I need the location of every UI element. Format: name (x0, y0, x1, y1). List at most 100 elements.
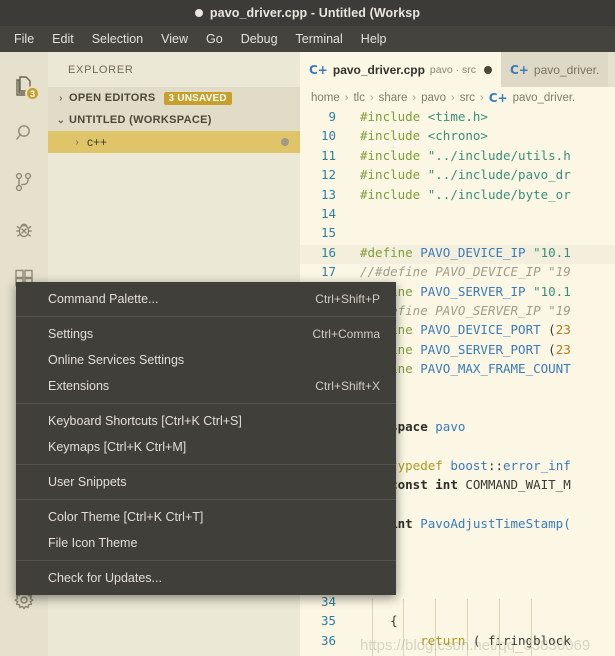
menu-item-shortcut: Ctrl+Shift+X (315, 379, 380, 393)
code-line: 14 (300, 206, 615, 225)
menu-item-color-theme-ctrl-k-ctrl-t[interactable]: Color Theme [Ctrl+K Ctrl+T] (16, 504, 396, 530)
code-token: 23 (555, 322, 571, 338)
line-number: 35 (320, 613, 336, 629)
chevron-right-icon: › (59, 92, 63, 104)
activity-source-control-icon[interactable] (0, 158, 48, 206)
chevron-right-icon: › (344, 92, 349, 104)
activity-debug-icon[interactable] (0, 206, 48, 254)
tree-item-label: c++ (87, 135, 108, 149)
breadcrumb-home[interactable]: home (311, 92, 340, 104)
code-token: <chrono> (427, 128, 488, 144)
menu-item-command-palette[interactable]: Command Palette... Ctrl+Shift+P (16, 286, 396, 312)
cpp-file-icon: C+ (510, 62, 529, 77)
code-token: PAVO_MAX_FRAME_COUNT (420, 361, 571, 377)
tab-pavo-driver-cpp[interactable]: C+ pavo_driver.cpp pavo · src (300, 52, 502, 87)
menu-item-user-snippets[interactable]: User Snippets (16, 469, 396, 495)
breadcrumb-pavo[interactable]: pavo (421, 92, 446, 104)
chevron-right-icon: › (451, 92, 455, 104)
code-token: "../include/pavo_dr (427, 167, 571, 183)
line-number: 10 (320, 128, 336, 144)
menu-terminal[interactable]: Terminal (288, 29, 351, 49)
code-token: const int (390, 477, 458, 493)
code-text: return ( firingblock (349, 633, 571, 652)
breadcrumb-file[interactable]: pavo_driver. (513, 92, 576, 104)
code-token: ( firingblock (465, 632, 571, 648)
code-text: #include "../include/pavo_dr (349, 167, 571, 186)
tab-dirty-dot-icon[interactable] (484, 65, 493, 74)
code-token: "10.1 (533, 244, 571, 260)
section-open-editors[interactable]: › OPEN EDITORS 3 UNSAVED (48, 87, 300, 109)
menu-separator (16, 560, 396, 561)
menu-file[interactable]: File (6, 29, 42, 49)
cpp-file-icon: C+ (309, 62, 328, 77)
code-token: #include (360, 167, 421, 183)
activity-explorer-icon[interactable]: 3 (0, 62, 48, 110)
tab-path: pavo · src (429, 63, 477, 76)
code-token: //#define PAVO_DEVICE_IP "19 (360, 264, 571, 280)
code-line: 12 #include "../include/pavo_dr (300, 167, 615, 186)
chevron-right-icon: › (480, 92, 484, 104)
menu-help[interactable]: Help (353, 29, 395, 49)
tab-label: pavo_driver.cpp (332, 62, 425, 77)
menu-item-label: Extensions (48, 379, 110, 393)
code-token: "../include/byte_or (427, 186, 571, 202)
menu-bar: File Edit Selection View Go Debug Termin… (0, 26, 615, 52)
code-line: 34 (300, 594, 615, 613)
section-open-editors-label: OPEN EDITORS (69, 92, 156, 104)
section-untitled-workspace[interactable]: ⌄ UNTITLED (WORKSPACE) (48, 109, 300, 131)
menu-go[interactable]: Go (198, 29, 231, 49)
menu-item-label: Command Palette... (48, 292, 159, 306)
section-untitled-workspace-label: UNTITLED (WORKSPACE) (69, 114, 212, 126)
sidebar-title: EXPLORER (68, 63, 134, 76)
menu-item-check-for-updates[interactable]: Check for Updates... (16, 565, 396, 591)
menu-debug[interactable]: Debug (233, 29, 286, 49)
breadcrumb-share[interactable]: share (379, 92, 408, 104)
code-token: COMMAND_WAIT_M (457, 477, 571, 493)
breadcrumb-src[interactable]: src (460, 92, 475, 104)
code-text: { (349, 613, 398, 632)
line-number: 14 (320, 205, 336, 221)
chevron-right-icon: › (75, 136, 79, 148)
code-text: #include "../include/utils.h (349, 148, 571, 167)
dirty-indicator-icon (194, 9, 203, 17)
tree-item-cpp[interactable]: › c++ (48, 131, 300, 153)
tab-pavo-driver-secondary[interactable]: C+ pavo_driver. (501, 52, 609, 87)
manage-context-menu[interactable]: Command Palette... Ctrl+Shift+P Settings Ct… (16, 282, 396, 595)
vscode-window: pavo_driver.cpp - Untitled (Worksp File … (0, 0, 615, 656)
tab-label: pavo_driver. (533, 62, 600, 77)
code-token: pavo (435, 419, 466, 435)
code-token: <time.h> (427, 109, 488, 124)
code-token: #include (360, 128, 421, 144)
menu-item-keyboard-shortcuts-ctrl-k-ctrl-s[interactable]: Keyboard Shortcuts [Ctrl+K Ctrl+S] (16, 408, 396, 434)
line-number: 9 (328, 109, 336, 124)
menu-item-label: Settings (48, 327, 94, 341)
menu-item-label: Check for Updates... (48, 571, 162, 585)
menu-item-file-icon-theme[interactable]: File Icon Theme (16, 530, 396, 556)
menu-item-online-services-settings[interactable]: Online Services Settings (16, 347, 396, 373)
menu-edit[interactable]: Edit (44, 29, 82, 49)
menu-view[interactable]: View (153, 29, 196, 49)
code-line: 15 (300, 225, 615, 244)
line-number: 12 (320, 167, 336, 183)
activity-search-icon[interactable] (0, 110, 48, 158)
menu-item-label: User Snippets (48, 475, 127, 489)
menu-item-extensions[interactable]: Extensions Ctrl+Shift+X (16, 373, 396, 399)
menu-selection[interactable]: Selection (84, 29, 151, 49)
menu-item-settings[interactable]: Settings Ctrl+Comma (16, 321, 396, 347)
line-number: 17 (320, 264, 336, 280)
menu-item-keymaps-ctrl-k-ctrl-m[interactable]: Keymaps [Ctrl+K Ctrl+M] (16, 434, 396, 460)
folder-dirty-dot-icon (281, 138, 289, 146)
line-number: 36 (320, 632, 336, 648)
breadcrumb-tlc[interactable]: tlc (353, 92, 365, 104)
indent-guide (435, 599, 436, 656)
code-line: 36 return ( firingblock (300, 633, 615, 652)
code-token: PAVO_DEVICE_PORT (420, 322, 541, 338)
